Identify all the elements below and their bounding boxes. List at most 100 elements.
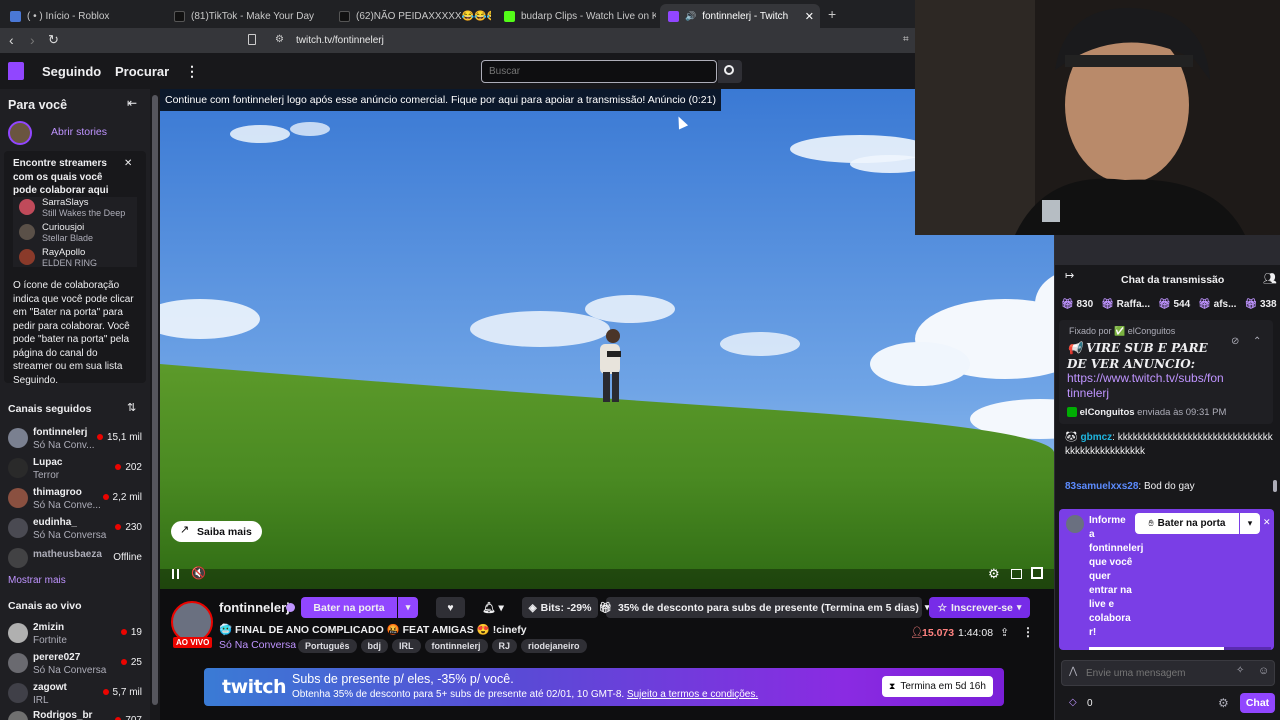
- sort-icon[interactable]: ⇅: [127, 401, 136, 414]
- channel-points-icon[interactable]: ◇: [1069, 697, 1077, 708]
- verified-icon: [286, 603, 295, 612]
- fullscreen-icon[interactable]: [1031, 567, 1043, 579]
- chat-header: Chat da transmissão: [1121, 274, 1225, 286]
- search-input[interactable]: [481, 60, 717, 83]
- mute-icon[interactable]: 🔇: [191, 566, 206, 580]
- wand-icon[interactable]: ✧: [1236, 665, 1244, 676]
- users-icon[interactable]: 👥︎: [1263, 272, 1277, 285]
- bits-icon: ◈: [528, 601, 537, 614]
- browser-tab[interactable]: (62)NÃO PEIDAXXXXX😂😂😂😂 Pi: [331, 4, 491, 28]
- knock-button[interactable]: Bater na porta: [301, 597, 397, 618]
- collapse-chat-icon[interactable]: ↦: [1065, 269, 1074, 282]
- nav-following[interactable]: Seguindo: [42, 64, 101, 79]
- browser-tab[interactable]: ( • ) Início - Roblox: [2, 4, 162, 28]
- live-channel[interactable]: perere027 Só Na Conversa 25: [8, 651, 146, 679]
- share-icon[interactable]: ⇪: [1000, 626, 1009, 639]
- pinned-link[interactable]: https://www.twitch.tv/subs/fontinnelerj: [1067, 371, 1227, 401]
- open-stories-link[interactable]: Abrir stories: [51, 126, 107, 138]
- pinned-text: 📢 VIRE SUB E PARE DE VER ANUNCIO:: [1067, 341, 1208, 371]
- bits-button[interactable]: ◈ Bits: -29%: [522, 597, 598, 618]
- pause-icon[interactable]: [172, 569, 179, 579]
- followed-channel[interactable]: eudinha_ Só Na Conversa 230: [8, 516, 146, 544]
- collab-item[interactable]: RayApollo ELDEN RING: [19, 245, 137, 267]
- close-icon[interactable]: ✕: [124, 158, 132, 169]
- followed-channel[interactable]: fontinnelerj Só Na Conv... 15,1 mil: [8, 426, 146, 454]
- tab-title: budarp Clips - Watch Live on Kick: [521, 10, 656, 22]
- category-link[interactable]: Só Na Conversa: [219, 639, 296, 651]
- gift-icon: 🎁︎: [1158, 298, 1171, 310]
- leaderboard-entry[interactable]: 🎁︎ 338: [1244, 299, 1276, 310]
- chat-username[interactable]: gbmcz: [1080, 432, 1112, 443]
- more-options-icon[interactable]: ⋮: [1022, 625, 1034, 639]
- notifications-button[interactable]: 🔔︎ ▾: [473, 597, 513, 618]
- tag[interactable]: fontinnelerj: [424, 639, 488, 653]
- leaderboard-entry[interactable]: 🎁︎ 830: [1061, 299, 1093, 310]
- subscribe-label: Inscrever-se: [951, 601, 1013, 614]
- collapse-icon[interactable]: ⌃: [1253, 336, 1261, 347]
- chat-message-field[interactable]: [1086, 664, 1226, 682]
- live-dot-icon: [120, 659, 127, 665]
- tag[interactable]: RJ: [491, 639, 518, 653]
- sidebar-scrollbar[interactable]: [150, 89, 160, 720]
- live-channel[interactable]: 2mizin Fortnite 19: [8, 621, 146, 649]
- channel-name[interactable]: fontinnelerj: [219, 600, 290, 615]
- show-more-link[interactable]: Mostrar mais: [8, 575, 66, 586]
- learn-more-button[interactable]: ↗ Saiba mais: [171, 521, 262, 542]
- chat-send-button[interactable]: Chat: [1240, 693, 1275, 713]
- bookmark-icon[interactable]: [248, 34, 256, 45]
- close-tab-icon[interactable]: ✕: [805, 10, 814, 23]
- live-channel[interactable]: zagowt IRL 5,7 mil: [8, 681, 146, 709]
- close-icon[interactable]: ✕: [1263, 517, 1271, 528]
- chat-settings-icon[interactable]: ⚙: [1218, 696, 1229, 710]
- scrollbar-thumb[interactable]: [152, 95, 158, 705]
- tag[interactable]: riodejaneiro: [521, 639, 587, 653]
- site-info-icon[interactable]: ⚙: [275, 34, 284, 45]
- stories-avatar[interactable]: [8, 121, 32, 145]
- followed-channel[interactable]: Lupac Terror 202: [8, 456, 146, 484]
- url-field[interactable]: twitch.tv/fontinnelerj: [296, 35, 384, 46]
- forward-icon[interactable]: ›: [30, 32, 35, 48]
- twitch-logo: twitch: [222, 676, 287, 698]
- knock-dropdown[interactable]: ▾: [398, 597, 418, 618]
- collab-item[interactable]: Curiousjoi Stellar Blade: [19, 220, 137, 243]
- gift-promo-button[interactable]: 🎁︎ 35% de desconto para subs de presente…: [599, 597, 929, 618]
- followed-channel[interactable]: matheusbaeza Offline: [8, 546, 146, 574]
- chat-username[interactable]: 83samuelxxs28: [1065, 481, 1138, 492]
- collapse-sidebar-icon[interactable]: ⇤: [127, 96, 137, 110]
- theatre-mode-icon[interactable]: [1011, 569, 1022, 579]
- bits-icon[interactable]: ⋀: [1069, 666, 1077, 677]
- live-channel[interactable]: Rodrigos_br 707: [8, 709, 146, 720]
- browser-tab[interactable]: budarp Clips - Watch Live on Kick: [496, 4, 656, 28]
- tag[interactable]: IRL: [392, 639, 421, 653]
- search-button[interactable]: [718, 60, 742, 83]
- unpin-icon[interactable]: ⊘: [1231, 336, 1239, 347]
- gift-promo-banner[interactable]: twitch Subs de presente p/ eles, -35% p/…: [204, 668, 1004, 706]
- leaderboard-entry[interactable]: 🎁︎ afs...: [1198, 299, 1236, 310]
- browser-tab-active[interactable]: 🔊 fontinnelerj - Twitch ✕: [660, 4, 820, 28]
- nav-browse[interactable]: Procurar: [115, 64, 169, 79]
- channel-name: fontinnelerj: [33, 427, 88, 438]
- follow-button[interactable]: ♥: [436, 597, 465, 618]
- back-icon[interactable]: ‹: [9, 32, 14, 48]
- terms-link[interactable]: Sujeito a termos e condições.: [627, 689, 758, 700]
- collab-item[interactable]: SarraSlays Still Wakes the Deep: [19, 197, 137, 218]
- reload-icon[interactable]: ↻: [48, 32, 59, 48]
- viewer-count: 707: [115, 715, 142, 720]
- subscribe-button[interactable]: ☆ Inscrever-se ▾: [929, 597, 1030, 618]
- settings-icon[interactable]: ⚙: [988, 566, 1000, 582]
- leaderboard-entry[interactable]: 🎁︎ Raffa...: [1101, 299, 1150, 310]
- emote-icon[interactable]: ☺: [1258, 665, 1269, 677]
- chat-scrollbar[interactable]: [1273, 480, 1277, 492]
- new-tab-button[interactable]: +: [828, 6, 836, 22]
- knock-prompt-button[interactable]: ✋︎ Bater na porta: [1135, 513, 1239, 534]
- more-icon[interactable]: ⋮: [185, 63, 199, 80]
- extension-icon[interactable]: ⌗: [903, 34, 909, 45]
- tag[interactable]: Português: [298, 639, 357, 653]
- browser-tab[interactable]: (81)TikTok - Make Your Day: [166, 4, 328, 28]
- chat-input[interactable]: ⋀ ✧ ☺: [1061, 660, 1275, 686]
- tag[interactable]: bdj: [360, 639, 389, 653]
- followed-channel[interactable]: thimagroo Só Na Conve... 2,2 mil: [8, 486, 146, 514]
- knock-prompt-dropdown[interactable]: ▾: [1240, 513, 1260, 534]
- leaderboard-entry[interactable]: 🎁︎ 544: [1158, 299, 1190, 310]
- twitch-logo-icon[interactable]: [8, 62, 24, 80]
